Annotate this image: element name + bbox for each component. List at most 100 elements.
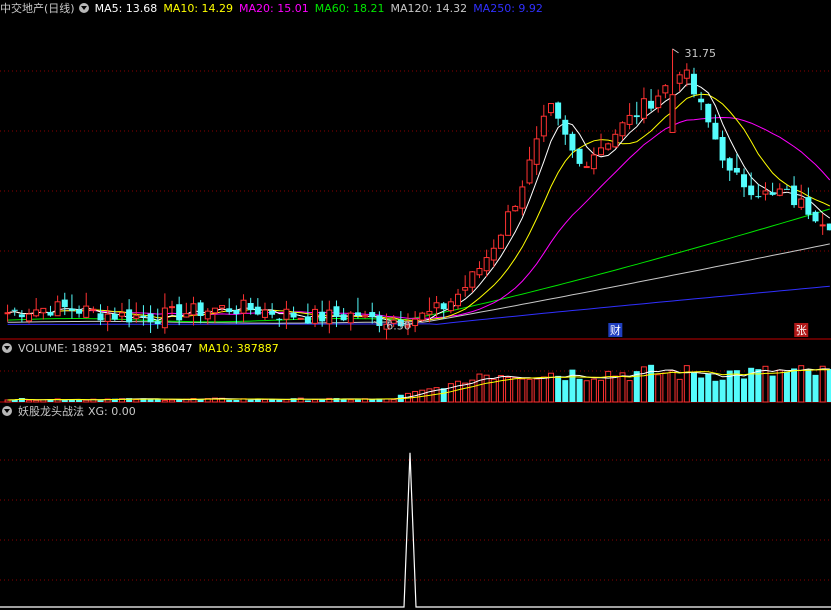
candle-body-up <box>619 122 626 137</box>
low-price-label: 6.30 <box>386 319 411 332</box>
candle-body-up <box>662 85 669 94</box>
candle-body-up <box>598 147 605 156</box>
candle-body-down <box>569 133 576 151</box>
candle-body-down <box>805 197 812 215</box>
ma5-label: MA5: 13.68 <box>94 2 158 15</box>
candle-body-down <box>812 211 819 222</box>
candle-body-down <box>269 310 276 315</box>
ma20-line <box>7 116 831 319</box>
candle-body-down <box>111 313 118 320</box>
candle-body-down <box>719 137 726 161</box>
volume-dropdown-circle-icon[interactable] <box>2 343 12 353</box>
dropdown-circle-icon[interactable] <box>78 3 89 13</box>
volume-bar-up <box>655 374 662 403</box>
indicator-chart[interactable] <box>0 420 831 610</box>
candle-body-up <box>476 268 483 276</box>
volume-bar-up <box>640 366 647 403</box>
candle-body-up <box>583 166 590 169</box>
price-panel[interactable]: 31.75 6.30 财 张 <box>0 18 831 340</box>
candle-body-down <box>247 303 254 311</box>
xg-line <box>0 452 831 608</box>
candle-body-up <box>4 312 11 315</box>
volume-bar-up <box>590 378 597 403</box>
volume-bar-up <box>161 399 168 403</box>
volume-bar-down <box>569 369 576 402</box>
candle-body-up <box>676 74 683 84</box>
volume-bar-down <box>61 400 68 402</box>
candle-body-down <box>698 98 705 103</box>
volume-header: VOLUME: 188921 MA5: 386047 MA10: 387887 <box>0 341 285 357</box>
volume-bar-up <box>347 399 354 403</box>
candle-body-up <box>347 312 354 324</box>
candle-body-down <box>140 315 147 318</box>
volume-bar-down <box>562 380 569 402</box>
candle-body-up <box>819 224 826 227</box>
candle-body-up <box>683 69 690 79</box>
volume-bar-up <box>519 378 526 403</box>
volume-bar-down <box>576 378 583 402</box>
volume-bar-down <box>719 379 726 402</box>
volume-bar-down <box>247 399 254 402</box>
volume-bar-up <box>819 365 826 403</box>
volume-bar-down <box>741 378 748 402</box>
candle-body-down <box>76 309 83 314</box>
candle-body-up <box>490 247 497 261</box>
volume-bar-up <box>261 399 268 403</box>
candle-body-up <box>776 188 783 196</box>
ma60-label: MA60: 18.21 <box>314 2 385 15</box>
candle-body-up <box>462 287 469 291</box>
volume-bar-up <box>798 365 805 403</box>
candle-body-up <box>133 315 140 319</box>
volume-bar-up <box>447 383 454 403</box>
volume-bar-down <box>769 375 776 402</box>
volume-bar-down <box>705 373 712 402</box>
candle-body-down <box>440 303 447 310</box>
candlestick-chart[interactable]: 31.75 6.30 财 张 <box>0 18 831 340</box>
candle-body-down <box>176 304 183 321</box>
candle-body-up <box>505 211 512 236</box>
candle-body-down <box>340 314 347 321</box>
candle-body-up <box>447 301 454 312</box>
volume-bar-down <box>812 374 819 402</box>
candle-body-up <box>547 103 554 114</box>
candle-body-down <box>354 312 361 316</box>
volume-bar-up <box>505 376 512 403</box>
candle-body-up <box>412 318 419 327</box>
volume-bar-up <box>390 399 397 403</box>
volume-bar-up <box>533 378 540 403</box>
volume-bar-down <box>698 377 705 402</box>
candle-body-up <box>26 313 33 322</box>
candle-body-down <box>712 122 719 140</box>
volume-bar-down <box>726 370 733 402</box>
candle-body-down <box>147 313 154 323</box>
volume-chart[interactable] <box>0 357 831 403</box>
candle-body-down <box>369 312 376 318</box>
candle-body-down <box>769 192 776 195</box>
volume-bar-up <box>26 399 33 403</box>
volume-bar-up <box>455 380 462 403</box>
indicator-dropdown-circle-icon[interactable] <box>2 406 12 416</box>
volume-bar-up <box>33 399 40 403</box>
volume-bar-up <box>133 399 140 403</box>
candle-body-up <box>83 305 90 318</box>
candle-body-up <box>161 307 168 329</box>
candle-body-down <box>319 311 326 322</box>
candle-body-down <box>783 188 790 190</box>
event-marker-label: 张 <box>796 324 807 337</box>
ma10-line <box>7 93 831 321</box>
volume-bar-down <box>226 399 233 402</box>
candle-body-down <box>126 309 133 323</box>
volume-bar-up <box>612 375 619 403</box>
volume-bar-up <box>583 380 590 403</box>
candle-body-up <box>312 308 319 324</box>
volume-bar-down <box>354 399 361 402</box>
candle-body-down <box>726 158 733 171</box>
indicator-header: 妖股龙头战法 XG: 0.00 <box>0 404 142 420</box>
ma120-label: MA120: 14.32 <box>390 2 468 15</box>
volume-panel[interactable] <box>0 357 831 403</box>
indicator-name: 妖股龙头战法 <box>18 405 84 418</box>
ma60-line <box>7 208 830 323</box>
indicator-panel[interactable] <box>0 420 831 610</box>
volume-bar-up <box>169 399 176 403</box>
candle-body-up <box>297 317 304 320</box>
